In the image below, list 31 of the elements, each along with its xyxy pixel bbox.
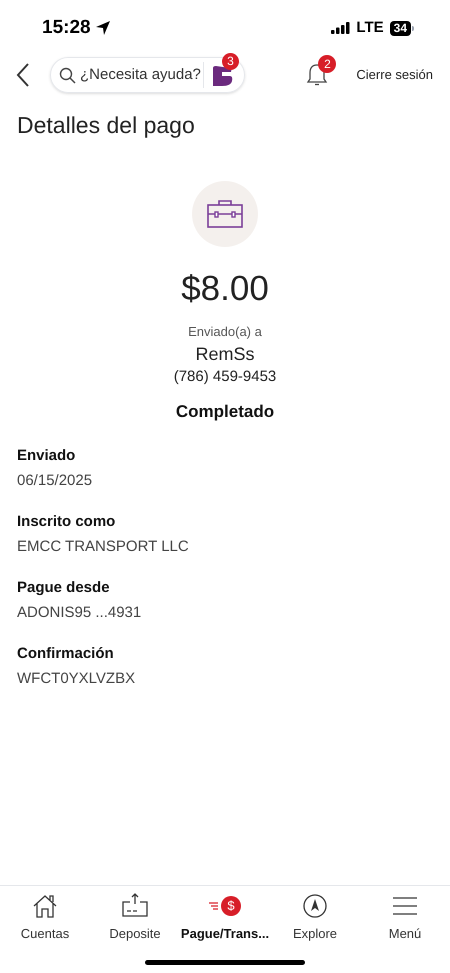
notification-badge: 2 xyxy=(318,55,336,73)
recipient-caption: Enviado(a) a xyxy=(188,324,262,340)
menu-icon xyxy=(392,895,418,917)
detail-label: Confirmación xyxy=(17,644,115,664)
tab-bar-item[interactable]: Deposite xyxy=(90,892,180,973)
tab-bar-item[interactable]: Menú xyxy=(360,892,450,973)
detail-value: ADONIS95 ...4931 xyxy=(17,603,142,623)
status-time: 15:28 xyxy=(42,16,91,40)
detail-value: EMCC TRANSPORT LLC xyxy=(17,537,190,557)
deposit-check-icon xyxy=(122,893,148,919)
detail-label: Enviado xyxy=(17,446,76,466)
notification-badge: 3 xyxy=(222,53,239,70)
recipient-name: RemSs xyxy=(195,343,254,365)
network-type: LTE xyxy=(356,18,384,38)
recipient-phone: (786) 459-9453 xyxy=(174,367,276,387)
tab-bar-item[interactable]: Explore xyxy=(270,892,360,973)
payment-status: Completado xyxy=(176,401,274,423)
logout-link[interactable]: Cierre sesión xyxy=(356,65,433,85)
detail-value: WFCT0YXLVZBX xyxy=(17,669,136,689)
search-icon xyxy=(59,66,76,84)
signal-icon xyxy=(331,22,350,34)
battery-level: 34 xyxy=(390,20,411,36)
tab-bar-item[interactable]: Cuentas xyxy=(0,892,90,973)
detail-label: Pague desde xyxy=(17,578,111,598)
detail-label: Inscrito como xyxy=(17,512,116,532)
compass-icon xyxy=(302,893,328,919)
payment-amount: $8.00 xyxy=(181,268,269,310)
house-icon xyxy=(32,893,58,919)
detail-value: 06/15/2025 xyxy=(17,471,94,491)
location-arrow-icon xyxy=(94,20,111,36)
page-title: Detalles del pago xyxy=(17,111,196,140)
